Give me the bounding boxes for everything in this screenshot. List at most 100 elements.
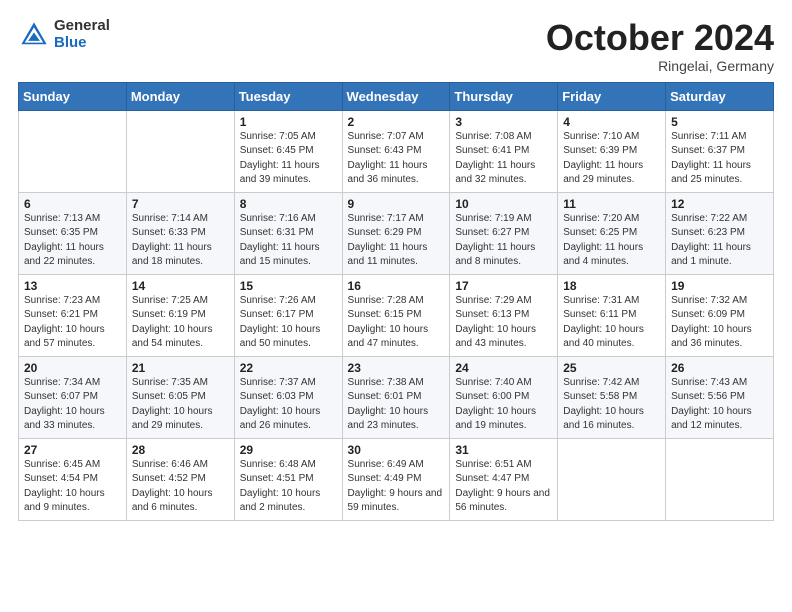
col-thursday: Thursday (450, 82, 558, 110)
day-number: 5 (671, 115, 768, 129)
day-cell: 22Sunrise: 7:37 AMSunset: 6:03 PMDayligh… (234, 356, 342, 438)
day-cell: 20 Sunrise: 7:34 AMSunset: 6:07 PMDayligh… (19, 356, 127, 438)
day-number: 7 (132, 197, 229, 211)
day-info: Sunrise: 7:32 AMSunset: 6:09 PMDaylight:… (671, 295, 752, 350)
day-info: Sunrise: 7:35 AMSunset: 6:05 PMDaylight:… (132, 377, 213, 432)
day-cell: 21 Sunrise: 7:35 AMSunset: 6:05 PMDayligh… (126, 356, 234, 438)
week-row-3: 20 Sunrise: 7:34 AMSunset: 6:07 PMDayligh… (19, 356, 774, 438)
day-cell: 26 Sunrise: 7:43 AMSunset: 5:56 PMDayligh… (666, 356, 774, 438)
day-info: Sunrise: 7:42 AMSunset: 5:58 PMDaylight:… (563, 377, 644, 432)
day-info: Sunrise: 7:34 AMSunset: 6:07 PMDaylight:… (24, 377, 105, 432)
day-info: Sunrise: 7:13 AMSunset: 6:35 PMDaylight:… (24, 213, 104, 268)
day-number: 29 (240, 443, 337, 457)
day-cell: 10 Sunrise: 7:19 AMSunset: 6:27 PMDayligh… (450, 192, 558, 274)
day-cell: 9 Sunrise: 7:17 AMSunset: 6:29 PMDaylight… (342, 192, 450, 274)
day-number: 10 (455, 197, 552, 211)
day-cell: 18Sunrise: 7:31 AMSunset: 6:11 PMDayligh… (558, 274, 666, 356)
day-info: Sunrise: 7:38 AMSunset: 6:01 PMDaylight:… (348, 377, 429, 432)
day-number: 17 (455, 279, 552, 293)
day-cell: 24 Sunrise: 7:40 AMSunset: 6:00 PMDayligh… (450, 356, 558, 438)
day-info: Sunrise: 6:45 AMSunset: 4:54 PMDaylight:… (24, 459, 105, 514)
day-number: 3 (455, 115, 552, 129)
day-info: Sunrise: 7:17 AMSunset: 6:29 PMDaylight:… (348, 213, 428, 268)
day-cell: 23Sunrise: 7:38 AMSunset: 6:01 PMDayligh… (342, 356, 450, 438)
day-number: 9 (348, 197, 445, 211)
day-number: 26 (671, 361, 768, 375)
day-number: 19 (671, 279, 768, 293)
week-row-4: 27 Sunrise: 6:45 AMSunset: 4:54 PMDayligh… (19, 438, 774, 520)
col-friday: Friday (558, 82, 666, 110)
day-number: 1 (240, 115, 337, 129)
day-info: Sunrise: 7:25 AMSunset: 6:19 PMDaylight:… (132, 295, 213, 350)
subtitle: Ringelai, Germany (546, 58, 774, 74)
day-info: Sunrise: 7:31 AMSunset: 6:11 PMDaylight:… (563, 295, 644, 350)
day-number: 24 (455, 361, 552, 375)
col-tuesday: Tuesday (234, 82, 342, 110)
day-info: Sunrise: 7:22 AMSunset: 6:23 PMDaylight:… (671, 213, 751, 268)
day-info: Sunrise: 7:29 AMSunset: 6:13 PMDaylight:… (455, 295, 536, 350)
day-cell: 28Sunrise: 6:46 AMSunset: 4:52 PMDayligh… (126, 438, 234, 520)
day-info: Sunrise: 7:05 AMSunset: 6:45 PMDaylight:… (240, 131, 320, 186)
day-cell: 7 Sunrise: 7:14 AMSunset: 6:33 PMDaylight… (126, 192, 234, 274)
day-cell: 14 Sunrise: 7:25 AMSunset: 6:19 PMDayligh… (126, 274, 234, 356)
col-sunday: Sunday (19, 82, 127, 110)
col-wednesday: Wednesday (342, 82, 450, 110)
page-container: General Blue October 2024 Ringelai, Germ… (0, 0, 792, 531)
day-info: Sunrise: 6:51 AMSunset: 4:47 PMDaylight:… (455, 459, 550, 514)
logo-text: General Blue (54, 18, 110, 51)
day-info: Sunrise: 7:16 AMSunset: 6:31 PMDaylight:… (240, 213, 320, 268)
logo: General Blue (18, 18, 110, 51)
day-number: 13 (24, 279, 121, 293)
day-cell: 5Sunrise: 7:11 AMSunset: 6:37 PMDaylight… (666, 110, 774, 192)
day-cell: 31 Sunrise: 6:51 AMSunset: 4:47 PMDayligh… (450, 438, 558, 520)
day-cell: 8 Sunrise: 7:16 AMSunset: 6:31 PMDaylight… (234, 192, 342, 274)
day-cell: 3Sunrise: 7:08 AMSunset: 6:41 PMDaylight… (450, 110, 558, 192)
day-info: Sunrise: 7:28 AMSunset: 6:15 PMDaylight:… (348, 295, 429, 350)
day-info: Sunrise: 7:23 AMSunset: 6:21 PMDaylight:… (24, 295, 105, 350)
day-info: Sunrise: 6:49 AMSunset: 4:49 PMDaylight:… (348, 459, 443, 514)
day-cell: 30 Sunrise: 6:49 AMSunset: 4:49 PMDayligh… (342, 438, 450, 520)
day-cell: 13 Sunrise: 7:23 AMSunset: 6:21 PMDayligh… (19, 274, 127, 356)
week-row-1: 6Sunrise: 7:13 AMSunset: 6:35 PMDaylight… (19, 192, 774, 274)
day-info: Sunrise: 7:19 AMSunset: 6:27 PMDaylight:… (455, 213, 535, 268)
title-block: October 2024 Ringelai, Germany (546, 18, 774, 74)
day-number: 2 (348, 115, 445, 129)
day-info: Sunrise: 7:40 AMSunset: 6:00 PMDaylight:… (455, 377, 536, 432)
day-info: Sunrise: 7:07 AMSunset: 6:43 PMDaylight:… (348, 131, 428, 186)
day-cell: 4 Sunrise: 7:10 AMSunset: 6:39 PMDaylight… (558, 110, 666, 192)
day-number: 20 (24, 361, 121, 375)
day-cell: 1 Sunrise: 7:05 AMSunset: 6:45 PMDaylight… (234, 110, 342, 192)
header-row: General Blue October 2024 Ringelai, Germ… (18, 18, 774, 74)
day-cell (126, 110, 234, 192)
day-info: Sunrise: 7:14 AMSunset: 6:33 PMDaylight:… (132, 213, 212, 268)
day-cell: 16Sunrise: 7:28 AMSunset: 6:15 PMDayligh… (342, 274, 450, 356)
day-cell: 12 Sunrise: 7:22 AMSunset: 6:23 PMDayligh… (666, 192, 774, 274)
day-number: 8 (240, 197, 337, 211)
day-number: 12 (671, 197, 768, 211)
logo-icon (18, 19, 50, 51)
day-cell: 25Sunrise: 7:42 AMSunset: 5:58 PMDayligh… (558, 356, 666, 438)
day-number: 27 (24, 443, 121, 457)
day-cell: 29 Sunrise: 6:48 AMSunset: 4:51 PMDayligh… (234, 438, 342, 520)
day-info: Sunrise: 7:43 AMSunset: 5:56 PMDaylight:… (671, 377, 752, 432)
calendar-table: Sunday Monday Tuesday Wednesday Thursday… (18, 82, 774, 521)
week-row-0: 1 Sunrise: 7:05 AMSunset: 6:45 PMDaylight… (19, 110, 774, 192)
header-row-days: Sunday Monday Tuesday Wednesday Thursday… (19, 82, 774, 110)
logo-general-text: General (54, 18, 110, 35)
day-cell: 15 Sunrise: 7:26 AMSunset: 6:17 PMDayligh… (234, 274, 342, 356)
col-saturday: Saturday (666, 82, 774, 110)
day-cell (666, 438, 774, 520)
day-cell (558, 438, 666, 520)
day-info: Sunrise: 7:26 AMSunset: 6:17 PMDaylight:… (240, 295, 321, 350)
day-number: 15 (240, 279, 337, 293)
day-cell: 2 Sunrise: 7:07 AMSunset: 6:43 PMDaylight… (342, 110, 450, 192)
day-number: 4 (563, 115, 660, 129)
day-info: Sunrise: 6:48 AMSunset: 4:51 PMDaylight:… (240, 459, 321, 514)
day-number: 11 (563, 197, 660, 211)
day-number: 21 (132, 361, 229, 375)
day-number: 31 (455, 443, 552, 457)
day-info: Sunrise: 7:10 AMSunset: 6:39 PMDaylight:… (563, 131, 643, 186)
day-number: 14 (132, 279, 229, 293)
day-number: 30 (348, 443, 445, 457)
col-monday: Monday (126, 82, 234, 110)
